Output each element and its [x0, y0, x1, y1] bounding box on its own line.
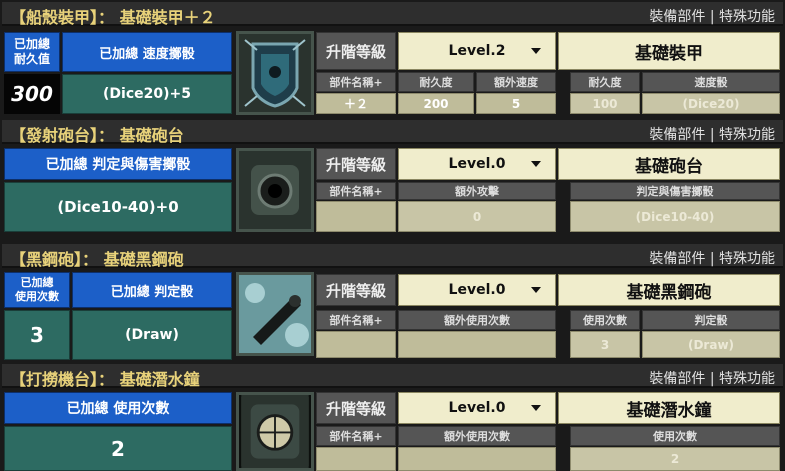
- upgrade-level-label: 升階等級: [316, 392, 396, 424]
- table-cell[interactable]: [316, 447, 396, 471]
- part-name: 基礎裝甲: [558, 32, 780, 70]
- table-header: 部件名稱+: [316, 182, 396, 200]
- table-cell: [398, 331, 556, 358]
- section-header: 【發射砲台】： 基礎砲台 裝備部件 | 特殊功能: [2, 120, 783, 145]
- table-header: 部件名稱+: [316, 310, 396, 330]
- table-cell: [398, 447, 556, 471]
- table-header: 額外使用次數: [398, 426, 556, 446]
- upgrade-level-label: 升階等級: [316, 32, 396, 70]
- table-header: 使用次數: [570, 310, 640, 330]
- armor-icon: [236, 31, 314, 115]
- section-title: 【黑鋼砲】： 基礎黑鋼砲: [10, 250, 184, 269]
- section-hull-armor: 【船殼裝甲】： 基礎裝甲＋２ 裝備部件 | 特殊功能 已加總 耐久值 300 已…: [0, 0, 785, 118]
- table-header: 額外使用次數: [398, 310, 556, 330]
- upgrade-level-label: 升階等級: [316, 274, 396, 306]
- table-cell: 200: [398, 93, 474, 114]
- table-header: 額外速度: [476, 72, 556, 92]
- level-select-value: Level.0: [448, 282, 506, 298]
- section-launch-turret: 【發射砲台】： 基礎砲台 裝備部件 | 特殊功能 已加總 判定與傷害擲骰 (Di…: [0, 118, 785, 236]
- table-header: 速度骰: [642, 72, 780, 92]
- cannon-icon: [236, 148, 314, 232]
- formula-value: (Draw): [72, 310, 232, 360]
- table-cell: (Dice20): [642, 93, 780, 114]
- section-title: 【船殼裝甲】： 基礎裝甲＋２: [10, 8, 216, 27]
- formula-label: 已加總 判定與傷害擲骰: [4, 148, 232, 180]
- diving-bell-icon: [236, 392, 314, 471]
- formula-label: 已加總 判定骰: [72, 272, 232, 308]
- stat-value: 3: [4, 310, 70, 360]
- table-cell: 2: [570, 447, 780, 471]
- chevron-down-icon: [531, 287, 541, 293]
- formula-label: 已加總 使用次數: [4, 392, 232, 424]
- level-select-value: Level.0: [448, 156, 506, 172]
- level-select-value: Level.2: [448, 43, 506, 59]
- table-cell: 5: [476, 93, 556, 114]
- level-select[interactable]: Level.2: [398, 32, 556, 70]
- table-cell: 0: [398, 201, 556, 232]
- table-header: 判定與傷害擲骰: [570, 182, 780, 200]
- section-links[interactable]: 裝備部件 | 特殊功能: [649, 124, 775, 144]
- stat-label: 已加總 耐久值: [4, 32, 60, 72]
- chevron-down-icon: [531, 48, 541, 54]
- chevron-down-icon: [531, 405, 541, 411]
- table-cell: 100: [570, 93, 640, 114]
- level-select[interactable]: Level.0: [398, 392, 556, 424]
- table-header: 判定骰: [642, 310, 780, 330]
- section-links[interactable]: 裝備部件 | 特殊功能: [649, 248, 775, 268]
- table-header: 部件名稱+: [316, 72, 396, 92]
- table-header: 使用次數: [570, 426, 780, 446]
- table-header: 耐久度: [570, 72, 640, 92]
- table-header: 額外攻擊: [398, 182, 556, 200]
- formula-value: (Dice10-40)+0: [4, 182, 232, 232]
- table-cell: (Dice10-40): [570, 201, 780, 232]
- section-salvage-rig: 【打撈機台】： 基礎潛水鐘 裝備部件 | 特殊功能 已加總 使用次數 2 升階等…: [0, 362, 785, 471]
- table-header: 部件名稱+: [316, 426, 396, 446]
- part-name: 基礎砲台: [558, 148, 780, 180]
- section-black-steel-cannon: 【黑鋼砲】： 基礎黑鋼砲 裝備部件 | 特殊功能 已加總 使用次數 3 已加總 …: [0, 242, 785, 360]
- section-links[interactable]: 裝備部件 | 特殊功能: [649, 6, 775, 26]
- table-cell: 3: [570, 331, 640, 358]
- section-title: 【發射砲台】： 基礎砲台: [10, 126, 184, 145]
- section-title: 【打撈機台】： 基礎潛水鐘: [10, 370, 200, 389]
- table-cell: (Draw): [642, 331, 780, 358]
- part-name: 基礎黑鋼砲: [558, 274, 780, 306]
- table-cell[interactable]: ＋２: [316, 93, 396, 114]
- part-name: 基礎潛水鐘: [558, 392, 780, 424]
- section-header: 【打撈機台】： 基礎潛水鐘 裝備部件 | 特殊功能: [2, 364, 783, 389]
- formula-label: 已加總 速度擲骰: [62, 32, 232, 72]
- level-select-value: Level.0: [448, 400, 506, 416]
- chevron-down-icon: [531, 161, 541, 167]
- stat-value: 300: [4, 74, 60, 114]
- table-header: 耐久度: [398, 72, 474, 92]
- formula-value: (Dice20)+5: [62, 74, 232, 114]
- level-select[interactable]: Level.0: [398, 274, 556, 306]
- section-header: 【黑鋼砲】： 基礎黑鋼砲 裝備部件 | 特殊功能: [2, 244, 783, 269]
- section-header: 【船殼裝甲】： 基礎裝甲＋２ 裝備部件 | 特殊功能: [2, 2, 783, 27]
- formula-value: 2: [4, 426, 232, 471]
- table-cell[interactable]: [316, 331, 396, 358]
- table-cell[interactable]: [316, 201, 396, 232]
- ship-equipment-sheet: 【船殼裝甲】： 基礎裝甲＋２ 裝備部件 | 特殊功能 已加總 耐久值 300 已…: [0, 0, 785, 471]
- stat-label: 已加總 使用次數: [4, 272, 70, 308]
- section-links[interactable]: 裝備部件 | 特殊功能: [649, 368, 775, 388]
- upgrade-level-label: 升階等級: [316, 148, 396, 180]
- black-steel-cannon-icon: [236, 272, 314, 356]
- level-select[interactable]: Level.0: [398, 148, 556, 180]
